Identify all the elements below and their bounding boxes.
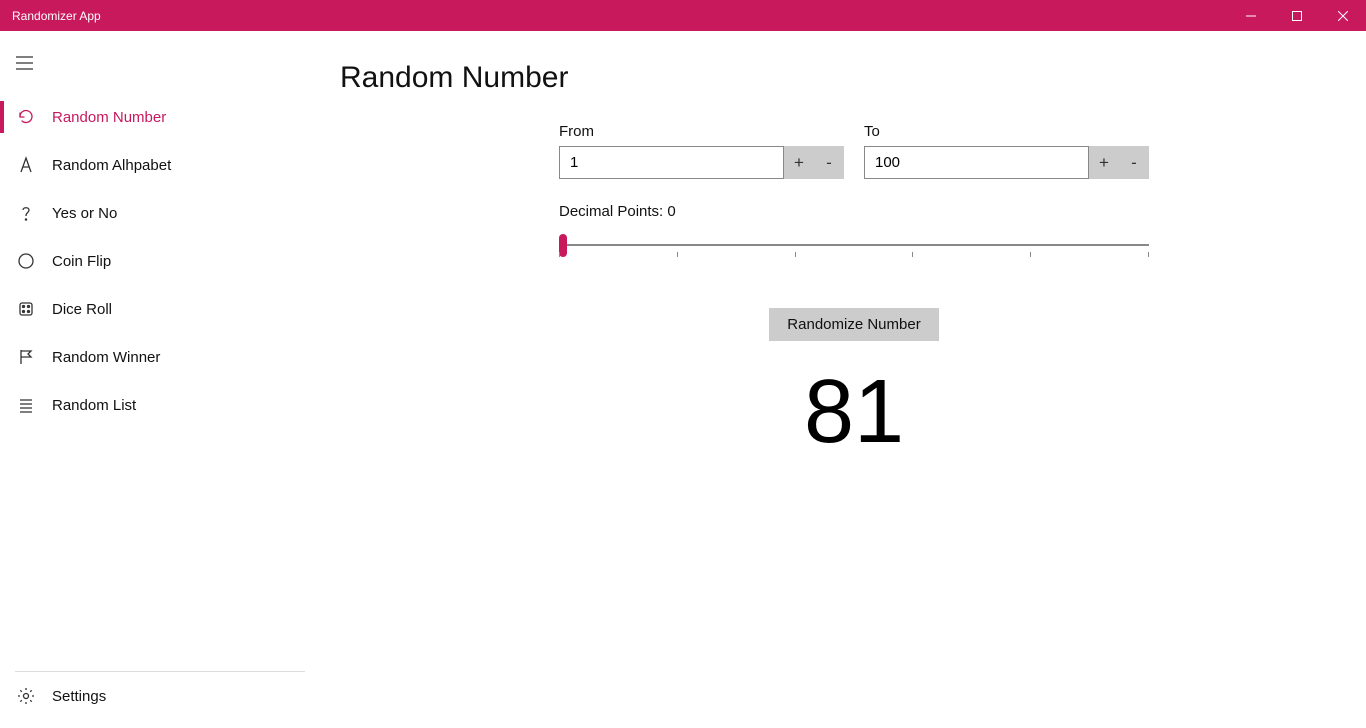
settings-label: Settings [52, 688, 106, 705]
decimal-slider[interactable] [559, 238, 1149, 268]
nav-item-yes-or-no[interactable]: Yes or No [0, 189, 320, 237]
nav-item-random-alphabet[interactable]: Random Alhpabet [0, 141, 320, 189]
nav-item-random-number[interactable]: Random Number [0, 93, 320, 141]
close-button[interactable] [1320, 0, 1366, 31]
hamburger-icon [16, 56, 33, 70]
to-label: To [864, 123, 1149, 140]
gear-icon [16, 686, 36, 706]
to-input[interactable] [864, 146, 1089, 179]
from-increment-button[interactable]: + [784, 146, 814, 179]
maximize-button[interactable] [1274, 0, 1320, 31]
title-bar: Randomizer App [0, 0, 1366, 31]
nav-list: Random Number Random Alhpabet Yes or No [0, 87, 320, 671]
nav-label: Yes or No [52, 205, 117, 222]
page-title: Random Number [340, 61, 1326, 95]
randomize-button[interactable]: Randomize Number [769, 308, 938, 341]
flag-icon [16, 347, 36, 367]
nav-item-coin-flip[interactable]: Coin Flip [0, 237, 320, 285]
list-icon [16, 395, 36, 415]
nav-item-random-list[interactable]: Random List [0, 381, 320, 429]
nav-label: Dice Roll [52, 301, 112, 318]
nav-item-dice-roll[interactable]: Dice Roll [0, 285, 320, 333]
to-decrement-button[interactable]: - [1119, 146, 1149, 179]
minimize-button[interactable] [1228, 0, 1274, 31]
nav-label: Random Alhpabet [52, 157, 171, 174]
dice-icon [16, 299, 36, 319]
circle-icon [16, 251, 36, 271]
to-increment-button[interactable]: + [1089, 146, 1119, 179]
main-content: Random Number From + - To + - [320, 31, 1366, 728]
decimal-points-label: Decimal Points: 0 [559, 203, 1149, 220]
nav-item-settings[interactable]: Settings [15, 672, 305, 720]
sidebar: Random Number Random Alhpabet Yes or No [0, 31, 320, 728]
nav-label: Random Winner [52, 349, 160, 366]
result-number: 81 [559, 361, 1149, 464]
from-label: From [559, 123, 844, 140]
slider-track [559, 244, 1149, 246]
nav-item-random-winner[interactable]: Random Winner [0, 333, 320, 381]
letter-a-icon [16, 155, 36, 175]
nav-label: Random Number [52, 109, 166, 126]
from-decrement-button[interactable]: - [814, 146, 844, 179]
window-title: Randomizer App [12, 9, 1228, 23]
nav-label: Coin Flip [52, 253, 111, 270]
from-input[interactable] [559, 146, 784, 179]
question-icon [16, 203, 36, 223]
nav-label: Random List [52, 397, 136, 414]
hamburger-button[interactable] [0, 39, 48, 87]
refresh-icon [16, 107, 36, 127]
slider-ticks [559, 252, 1149, 257]
